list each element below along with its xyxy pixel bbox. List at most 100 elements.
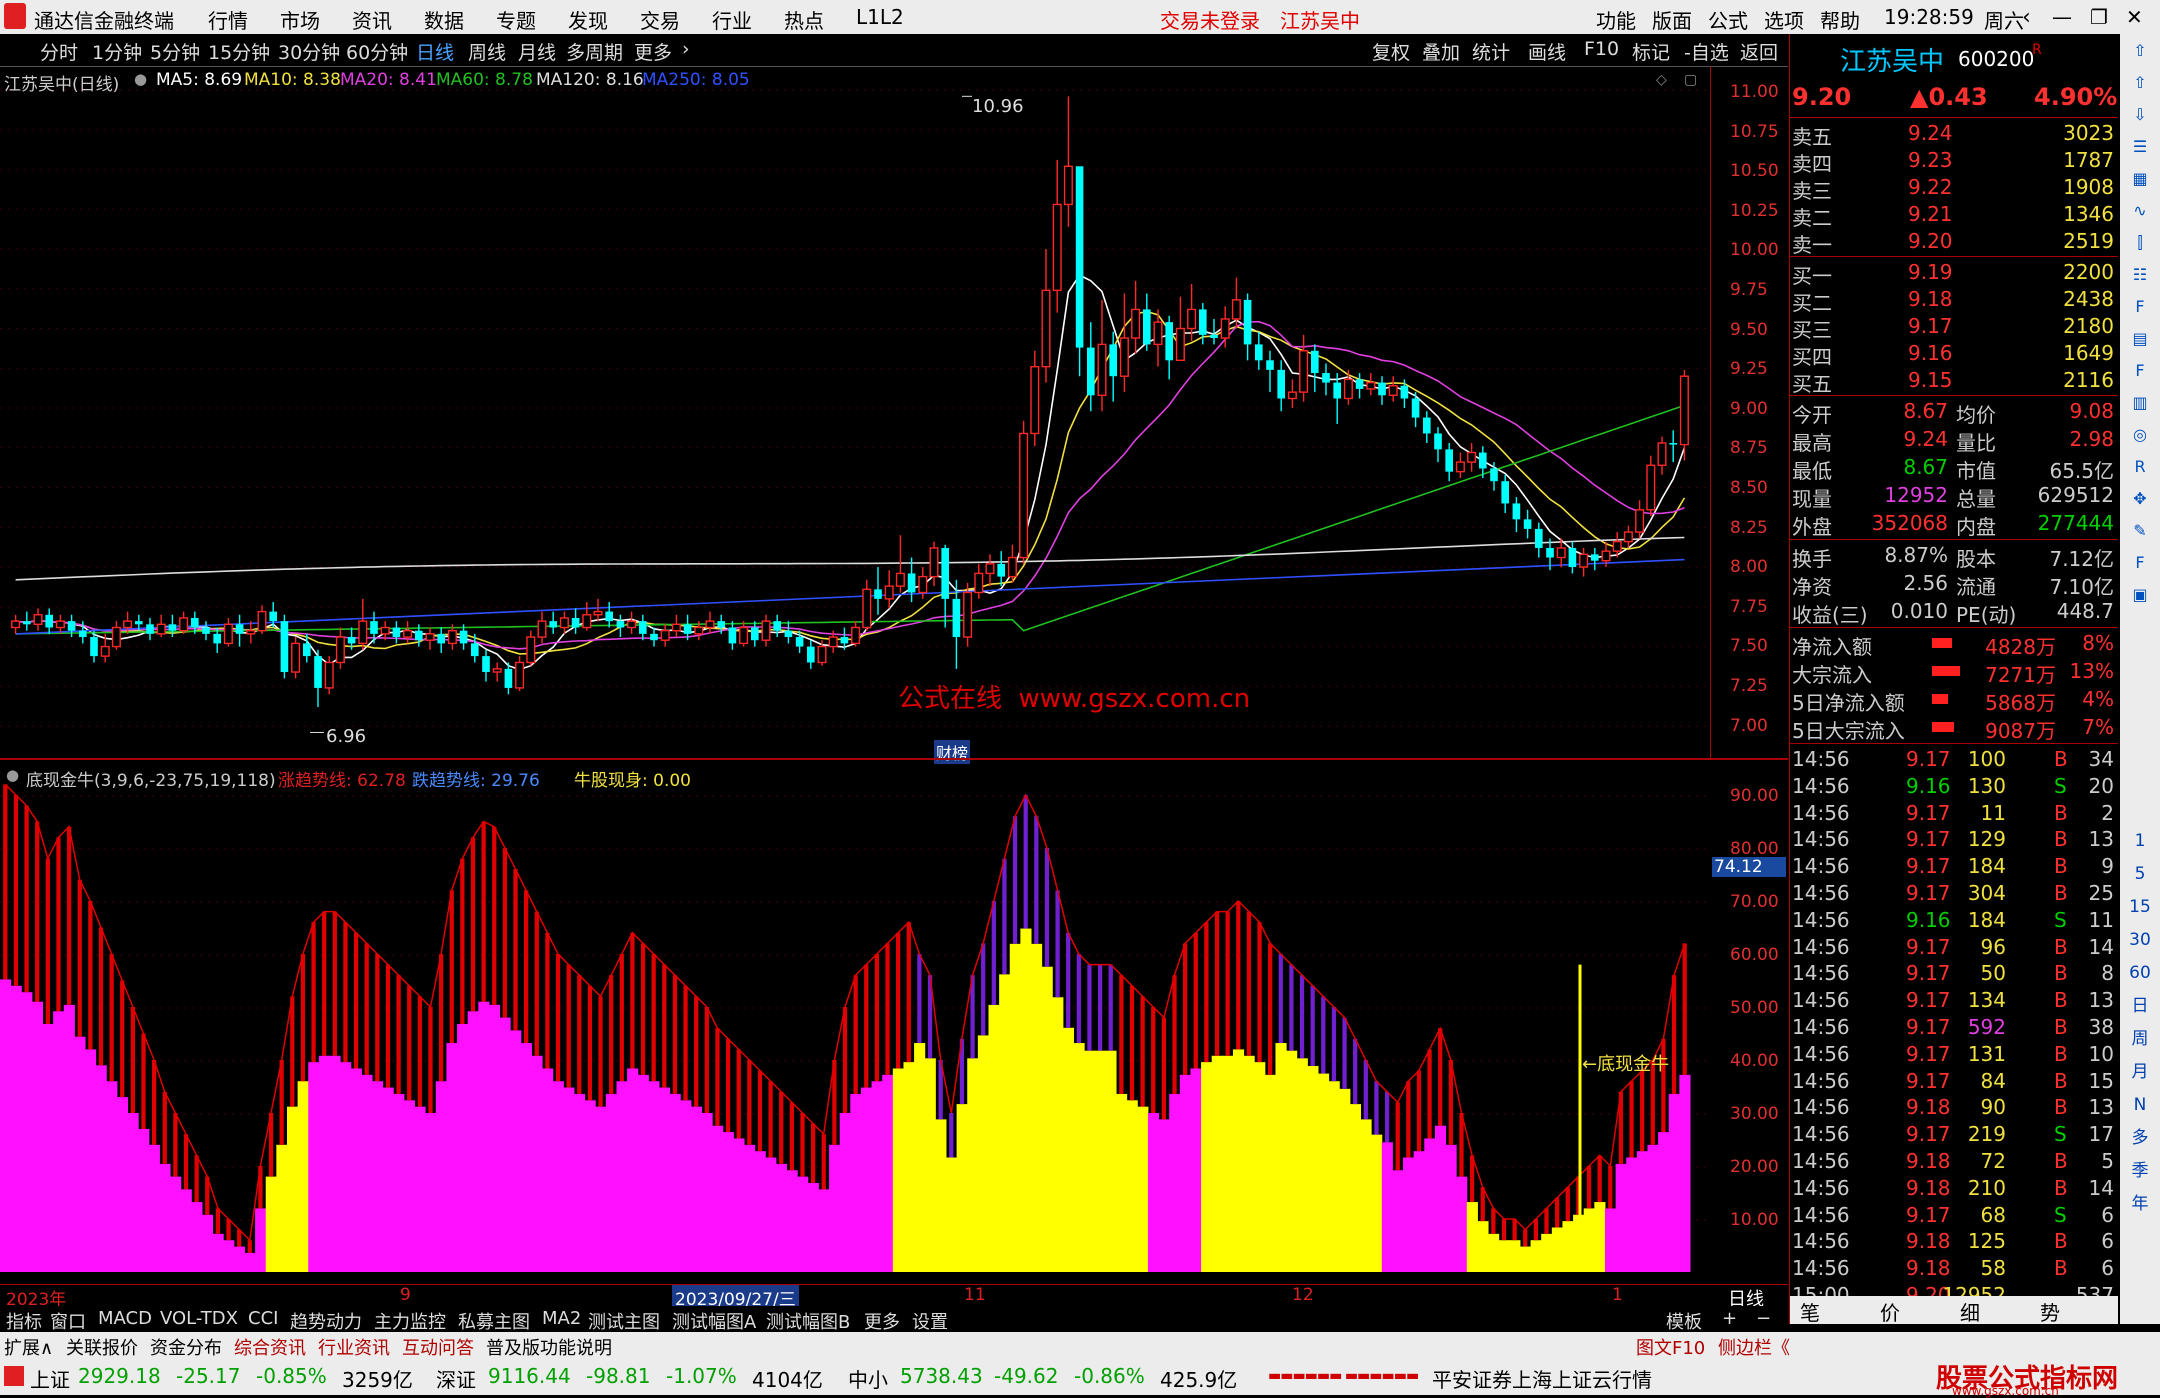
link-sidebar[interactable]: 侧边栏《: [1718, 1334, 1790, 1360]
link-kuozhan[interactable]: 扩展∧: [4, 1334, 53, 1360]
pane-divider[interactable]: [0, 758, 1788, 760]
period-multi[interactable]: 多周期: [566, 38, 623, 65]
indicator-tab[interactable]: 指标: [6, 1308, 42, 1334]
indicator-tab[interactable]: MA2: [542, 1308, 581, 1329]
indicator-tab[interactable]: 趋势动力: [290, 1308, 362, 1334]
back-icon[interactable]: ‹: [2022, 5, 2031, 30]
period-15min[interactable]: 15分钟: [208, 38, 270, 65]
calc-icon[interactable]: ▣: [2128, 584, 2152, 606]
tool-fanhui[interactable]: 返回: [1740, 38, 1778, 65]
line-chart-icon[interactable]: ∿: [2128, 200, 2152, 222]
bid-row[interactable]: 买五 9.15 2116: [1790, 367, 2118, 396]
ask-row[interactable]: 卖一 9.20 2519: [1790, 228, 2118, 257]
tab-jia[interactable]: 价: [1880, 1297, 1900, 1326]
menu-item-shichang[interactable]: 市场: [280, 5, 320, 34]
side-period-label[interactable]: 多: [2128, 1127, 2152, 1149]
menu-bangzhu[interactable]: 帮助: [1820, 5, 1860, 34]
menu-gongshi[interactable]: 公式: [1708, 5, 1748, 34]
menu-item-jiaoyi[interactable]: 交易: [640, 5, 680, 34]
tool-huaxian[interactable]: 画线: [1528, 38, 1566, 65]
bid-row[interactable]: 买三 9.17 2180: [1790, 313, 2118, 342]
menu-item-hangye[interactable]: 行业: [712, 5, 752, 34]
tab-xi[interactable]: 细: [1960, 1297, 1980, 1326]
doc-icon[interactable]: ☷: [2128, 264, 2152, 286]
add-pane-button[interactable]: +: [1722, 1308, 1737, 1329]
tool-fuquan[interactable]: 复权: [1372, 38, 1410, 65]
indicator-tab[interactable]: 窗口: [50, 1308, 86, 1334]
indicator-tab[interactable]: 设置: [912, 1308, 948, 1334]
side-period-label[interactable]: 5: [2128, 863, 2152, 885]
side-period-label[interactable]: 60: [2128, 962, 2152, 984]
tool-biaoji[interactable]: 标记: [1632, 38, 1670, 65]
indicator-tab[interactable]: CCI: [248, 1308, 278, 1329]
indicator-settings-icon[interactable]: ●: [6, 766, 19, 784]
remove-pane-button[interactable]: −: [1756, 1308, 1771, 1329]
menu-item-shuju[interactable]: 数据: [424, 5, 464, 34]
menu-item-faxian[interactable]: 发现: [568, 5, 608, 34]
side-period-label[interactable]: 季: [2128, 1160, 2152, 1182]
pen-icon[interactable]: ✎: [2128, 520, 2152, 542]
period-fenshi[interactable]: 分时: [40, 38, 78, 65]
grid-icon[interactable]: ▤: [2128, 328, 2152, 350]
menu-xuanxiang[interactable]: 选项: [1764, 5, 1804, 34]
zx-name[interactable]: 中小: [848, 1364, 888, 1393]
menu-item-hangqing[interactable]: 行情: [208, 5, 248, 34]
bid-row[interactable]: 买二 9.18 2438: [1790, 286, 2118, 315]
side-period-label[interactable]: 30: [2128, 929, 2152, 951]
sz-name[interactable]: 深证: [436, 1364, 476, 1393]
side-period-label[interactable]: 月: [2128, 1061, 2152, 1083]
menu-item-zixun[interactable]: 资讯: [352, 5, 392, 34]
chart-icon[interactable]: ▥: [2128, 392, 2152, 414]
menu-banmian[interactable]: 版面: [1652, 5, 1692, 34]
link-tuwen[interactable]: 图文F10: [1636, 1334, 1705, 1360]
tool-diejia[interactable]: 叠加: [1422, 38, 1460, 65]
side-period-label[interactable]: N: [2128, 1094, 2152, 1116]
period-1min[interactable]: 1分钟: [92, 38, 142, 65]
tool-tongji[interactable]: 统计: [1472, 38, 1510, 65]
period-more[interactable]: 更多: [634, 38, 672, 65]
indicator-pane[interactable]: [0, 760, 1710, 1284]
side-period-label[interactable]: 年: [2128, 1193, 2152, 1215]
indicator-tab[interactable]: 测试幅图A: [672, 1308, 756, 1334]
tool-f10[interactable]: F10: [1584, 38, 1619, 60]
link-zijin[interactable]: 资金分布: [150, 1334, 222, 1360]
link-guanlian[interactable]: 关联报价: [66, 1334, 138, 1360]
chevron-right-icon[interactable]: ›: [682, 38, 690, 60]
tab-bi[interactable]: 笔: [1800, 1297, 1820, 1326]
period-weekly[interactable]: 周线: [468, 38, 506, 65]
link-hudong[interactable]: 互动问答: [402, 1334, 474, 1360]
sh-name[interactable]: 上证: [30, 1364, 70, 1393]
template-button[interactable]: 模板: [1666, 1308, 1702, 1334]
indicator-tab[interactable]: MACD: [98, 1308, 152, 1329]
f10-icon[interactable]: F: [2128, 296, 2152, 318]
period-30min[interactable]: 30分钟: [278, 38, 340, 65]
indicator-tab[interactable]: 主力监控: [374, 1308, 446, 1334]
kline-pane[interactable]: [0, 66, 1711, 758]
side-period-label[interactable]: 日: [2128, 995, 2152, 1017]
table-icon[interactable]: ▦: [2128, 168, 2152, 190]
menu-item-zhuanti[interactable]: 专题: [496, 5, 536, 34]
side-period-label[interactable]: 周: [2128, 1028, 2152, 1050]
menu-item-l1l2[interactable]: L1L2: [856, 5, 904, 29]
indicator-tab[interactable]: VOL-TDX: [160, 1308, 238, 1329]
ask-row[interactable]: 卖三 9.22 1908: [1790, 174, 2118, 203]
arrow-up-alt-icon[interactable]: ⇧: [2128, 72, 2152, 94]
tab-shi[interactable]: 势: [2040, 1297, 2060, 1326]
indicator-tab[interactable]: 测试主图: [588, 1308, 660, 1334]
period-daily[interactable]: 日线: [416, 38, 454, 65]
list-icon[interactable]: ☰: [2128, 136, 2152, 158]
period-60min[interactable]: 60分钟: [346, 38, 408, 65]
link-puji[interactable]: 普及版功能说明: [486, 1334, 612, 1360]
ask-row[interactable]: 卖五 9.24 3023: [1790, 120, 2118, 149]
link-zonghe[interactable]: 综合资讯: [234, 1334, 306, 1360]
settings-circle-icon[interactable]: ●: [134, 70, 147, 88]
trade-status[interactable]: 交易未登录: [1160, 5, 1260, 34]
bid-row[interactable]: 买一 9.19 2200: [1790, 259, 2118, 288]
arrow-down-icon[interactable]: ⇩: [2128, 104, 2152, 126]
bid-row[interactable]: 买四 9.16 1649: [1790, 340, 2118, 369]
period-5min[interactable]: 5分钟: [150, 38, 200, 65]
kline-chart[interactable]: [0, 66, 1710, 758]
ask-row[interactable]: 卖二 9.21 1346: [1790, 201, 2118, 230]
link-hangye[interactable]: 行业资讯: [318, 1334, 390, 1360]
fs-icon[interactable]: F: [2128, 552, 2152, 574]
